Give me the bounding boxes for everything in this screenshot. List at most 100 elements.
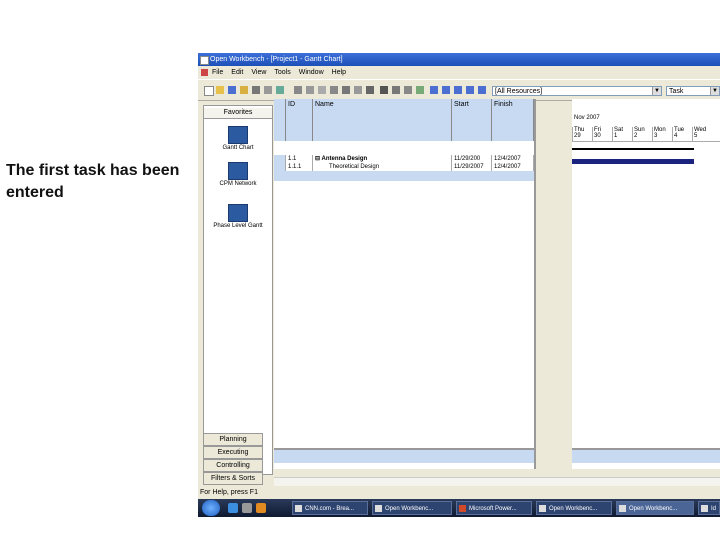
status-bar-text: For Help, press F1	[200, 489, 258, 496]
internet-explorer-icon[interactable]	[228, 503, 238, 513]
timescale-day: Mon 3	[652, 127, 672, 141]
taskbar-item-label: Open Workbenc...	[549, 506, 598, 512]
table-row[interactable]: 1.1 ⊟ Antenna Design 11/29/200 12/4/2007	[274, 155, 534, 163]
menu-bar: File Edit View Tools Window Help	[198, 67, 720, 78]
link-icon[interactable]	[330, 86, 338, 94]
day-number: 3	[654, 133, 658, 139]
summary-task-bar[interactable]	[572, 148, 694, 150]
paste-icon[interactable]	[318, 86, 326, 94]
new-icon[interactable]	[204, 86, 214, 96]
resource-filter-value: [All Resources]	[495, 88, 543, 95]
resource-filter-select[interactable]: [All Resources] ▼	[492, 86, 662, 96]
column-finish[interactable]: Finish	[492, 99, 534, 141]
spell-icon[interactable]	[276, 86, 284, 94]
task-name[interactable]: ⊟ Antenna Design	[313, 155, 452, 163]
window-title: Open Workbench - [Project1 - Gantt Chart…	[210, 56, 343, 63]
day-number: 30	[594, 133, 601, 139]
tab-filters-sorts[interactable]: Filters & Sorts	[203, 472, 263, 485]
menu-tools[interactable]: Tools	[274, 67, 290, 78]
timescale-days: Thu 29 Fri 30 Sat 1 Sun 2 Mon 3 Tue 4 Wed 5	[572, 127, 720, 141]
indent-icon[interactable]	[404, 86, 412, 94]
row-selector[interactable]	[274, 163, 286, 171]
preview-icon[interactable]	[264, 86, 272, 94]
list-icon[interactable]	[354, 86, 362, 94]
chevron-down-icon[interactable]: ▼	[652, 87, 661, 95]
horizontal-scrollbar[interactable]	[274, 477, 720, 486]
day-number: 29	[574, 133, 581, 139]
view-cpm-network[interactable]: CPM Network	[204, 162, 272, 187]
show-desktop-icon[interactable]	[242, 503, 252, 513]
day-number: 4	[674, 133, 678, 139]
taskbar-item-label: Open Workbenc...	[385, 506, 434, 512]
taskbar-item-powerpoint[interactable]: Microsoft Power...	[456, 501, 532, 515]
row-selector[interactable]	[274, 155, 286, 163]
print-icon[interactable]	[252, 86, 260, 94]
tab-controlling[interactable]: Controlling	[203, 459, 263, 472]
column-name[interactable]: Name	[313, 99, 452, 141]
task-filter-select[interactable]: Task ▼	[666, 86, 720, 96]
schedule-icon[interactable]	[478, 86, 486, 94]
phase-gantt-icon	[228, 204, 248, 222]
taskbar-item-workbench-2[interactable]: Open Workbenc...	[536, 501, 612, 515]
copy-icon[interactable]	[306, 86, 314, 94]
delete-icon[interactable]	[366, 86, 374, 94]
chevron-down-icon[interactable]: ▼	[710, 87, 719, 95]
task-id: 1.1.1	[286, 163, 313, 171]
folder-icon[interactable]	[240, 86, 248, 94]
unlink-icon[interactable]	[342, 86, 350, 94]
timescale-day: Thu 29	[572, 127, 592, 141]
tab-planning[interactable]: Planning	[203, 433, 263, 446]
start-button[interactable]	[202, 500, 220, 516]
save-icon[interactable]	[228, 86, 236, 94]
zoom-out-icon[interactable]	[466, 86, 474, 94]
zoom-in-icon[interactable]	[454, 86, 462, 94]
gantt-chart-icon	[228, 126, 248, 144]
caption-line-1: The first task has been	[6, 162, 180, 179]
task-start[interactable]: 11/29/2007	[452, 163, 492, 171]
menu-file[interactable]: File	[212, 67, 223, 78]
task-name[interactable]: Theoretical Design	[313, 163, 452, 171]
timescale-day: Tue 4	[672, 127, 692, 141]
menu-window[interactable]: Window	[299, 67, 324, 78]
view-phase-level-gantt[interactable]: Phase Level Gantt	[204, 204, 272, 229]
collapse-icon[interactable]	[442, 86, 450, 94]
open-icon[interactable]	[216, 86, 224, 94]
menu-edit[interactable]: Edit	[231, 67, 243, 78]
taskbar-item-workbench-3[interactable]: Open Workbenc...	[616, 501, 694, 515]
menu-view[interactable]: View	[251, 67, 266, 78]
expand-icon[interactable]	[430, 86, 438, 94]
column-start[interactable]: Start	[452, 99, 492, 141]
new-task-row[interactable]	[274, 171, 534, 181]
browser-icon	[295, 505, 302, 512]
task-start[interactable]: 11/29/200	[452, 155, 492, 163]
task-finish[interactable]: 12/4/2007	[492, 155, 534, 163]
find-icon[interactable]	[380, 86, 388, 94]
grid-header: ID Name Start Finish	[274, 99, 534, 141]
cut-icon[interactable]	[294, 86, 302, 94]
task-finish[interactable]: 12/4/2007	[492, 163, 534, 171]
windows-taskbar: CNN.com - Brea... Open Workbenc... Micro…	[198, 499, 720, 517]
powerpoint-icon	[459, 505, 466, 512]
day-number: 2	[634, 133, 638, 139]
firefox-icon[interactable]	[256, 503, 266, 513]
outdent-icon[interactable]	[416, 86, 424, 94]
task-bar[interactable]	[572, 159, 694, 164]
favorites-header[interactable]: Favorites	[204, 108, 272, 119]
tab-executing[interactable]: Executing	[203, 446, 263, 459]
task-id: 1.1	[286, 155, 313, 163]
column-id[interactable]: ID	[286, 99, 313, 141]
network-icon	[228, 162, 248, 180]
menu-help[interactable]: Help	[332, 67, 346, 78]
row-selector-header[interactable]	[274, 99, 286, 141]
table-row[interactable]: 1.1.1 Theoretical Design 11/29/2007 12/4…	[274, 163, 534, 171]
gantt-chart: Nov 2007 Thu 29 Fri 30 Sat 1 Sun 2 Mon 3 Tue 4…	[572, 99, 720, 469]
taskbar-item-cnn[interactable]: CNN.com - Brea...	[292, 501, 368, 515]
goto-icon[interactable]	[392, 86, 400, 94]
view-gantt-chart[interactable]: Gantt Chart	[204, 126, 272, 151]
title-bar: Open Workbench - [Project1 - Gantt Chart…	[198, 53, 720, 66]
taskbar-item-workbench-1[interactable]: Open Workbenc...	[372, 501, 452, 515]
taskbar-item-id[interactable]: Id	[698, 501, 720, 515]
workbench-icon	[375, 505, 382, 512]
timescale-month: Nov 2007	[574, 115, 600, 121]
day-number: 5	[694, 133, 698, 139]
